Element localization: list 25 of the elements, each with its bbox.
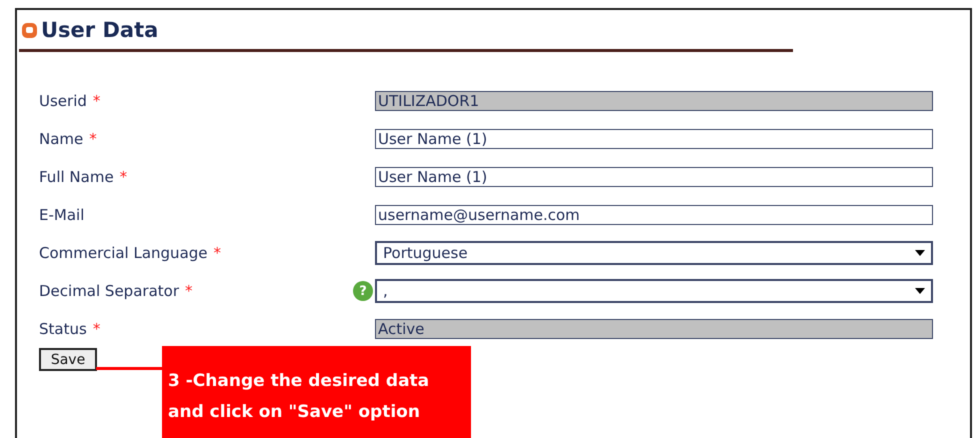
field-label: Commercial Language bbox=[39, 242, 208, 264]
required-mark: * bbox=[92, 318, 100, 340]
field-label: Full Name bbox=[39, 166, 114, 188]
page-title: User Data bbox=[41, 20, 158, 41]
dropdown-field[interactable]: Portuguese bbox=[375, 241, 933, 265]
required-mark: * bbox=[92, 90, 100, 112]
required-mark: * bbox=[89, 128, 97, 150]
caret-icon bbox=[915, 250, 925, 256]
callout-note: 3 -Change the desired data and click on "Save" option bbox=[162, 346, 471, 438]
required-mark: * bbox=[184, 280, 192, 302]
field-label: Userid bbox=[39, 90, 87, 112]
required-mark: * bbox=[120, 166, 128, 188]
logo-icon bbox=[21, 22, 38, 39]
required-mark: * bbox=[214, 242, 222, 264]
field-label: E-Mail bbox=[39, 204, 84, 226]
field-label: Decimal Separator bbox=[39, 280, 179, 302]
caret-icon bbox=[915, 288, 925, 294]
input-field[interactable]: username@username.com bbox=[375, 205, 933, 226]
field-label: Status bbox=[39, 318, 87, 340]
leader-line bbox=[96, 367, 162, 370]
input-field[interactable]: User Name (1) bbox=[375, 167, 933, 188]
save-button[interactable]: Save bbox=[39, 348, 97, 371]
input-field[interactable]: User Name (1) bbox=[375, 129, 933, 150]
dropdown-field[interactable]: , bbox=[375, 279, 933, 303]
field-label: Name bbox=[39, 128, 84, 150]
